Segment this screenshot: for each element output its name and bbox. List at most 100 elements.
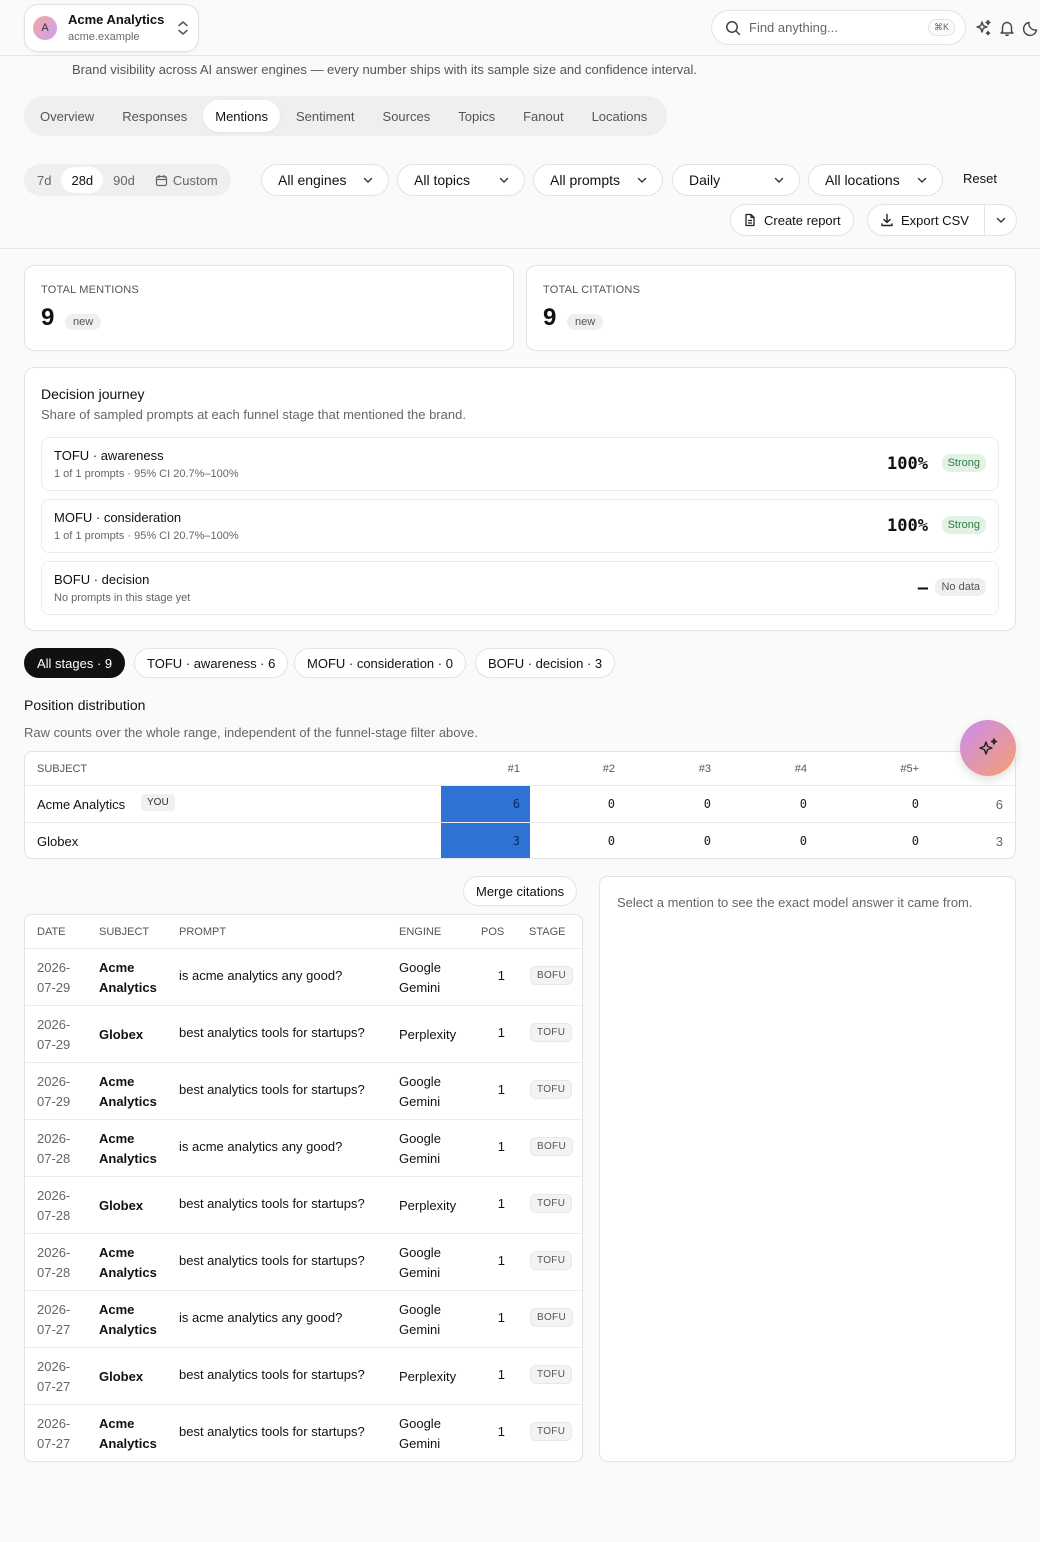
column-header: #3 — [698, 763, 711, 775]
page-subtitle: Brand visibility across AI answer engine… — [72, 62, 698, 77]
stage-badge: BOFU — [530, 1137, 573, 1156]
status-badge: Strong — [941, 516, 986, 534]
search-bar[interactable]: ⌘K — [711, 10, 966, 45]
merge-citations-button[interactable]: Merge citations — [463, 876, 578, 906]
mention-prompt: best analytics tools for startups? — [179, 1025, 365, 1040]
range-28d[interactable]: 28d — [61, 167, 104, 193]
tab-bar: Overview Responses Mentions Sentiment So… — [24, 96, 668, 136]
table-row[interactable]: 2026-07-27 Acme Analytics best analytics t… — [25, 1404, 582, 1461]
count-cell: 0 — [703, 834, 711, 848]
reset-filters-button[interactable]: Reset — [963, 171, 997, 186]
table-row[interactable]: 2026-07-28 Acme Analytics is acme analytic… — [25, 1119, 582, 1176]
total-cell: 3 — [995, 834, 1003, 849]
mention-prompt: is acme analytics any good? — [179, 1139, 343, 1154]
export-csv-button[interactable]: Export CSV — [867, 204, 1017, 236]
moon-icon[interactable] — [1022, 19, 1040, 37]
engine-filter[interactable]: All engines — [261, 164, 389, 196]
sparkles-icon[interactable] — [974, 19, 992, 37]
table-row[interactable]: 2026-07-28 Acme Analytics best analytics t… — [25, 1233, 582, 1290]
stage-chip-all[interactable]: All stages · 9 — [24, 648, 126, 678]
mention-subject: Acme Analytics — [99, 1245, 157, 1280]
mention-date: 2026-07-27 — [37, 1416, 71, 1451]
total-mentions-card: TOTAL MENTIONS 9 new — [24, 265, 514, 351]
column-header: #5+ — [900, 763, 919, 775]
stage-chip-bofu[interactable]: BOFU · decision · 3 — [475, 648, 616, 678]
engine-filter-value: All engines — [278, 172, 347, 188]
stage-chip-tofu[interactable]: TOFU · awareness · 6 — [134, 648, 289, 678]
stage-name: TOFU · awareness — [54, 448, 164, 463]
date-range-selector: 7d 28d 90d Custom — [24, 164, 231, 196]
mention-position: 1 — [497, 1025, 505, 1040]
search-icon — [726, 20, 741, 35]
mention-date: 2026-07-29 — [37, 1017, 71, 1052]
table-row[interactable]: 2026-07-27 Acme Analytics is acme analytic… — [25, 1290, 582, 1347]
stage-badge: BOFU — [530, 1308, 573, 1327]
download-icon — [881, 213, 893, 227]
tab-topics[interactable]: Topics — [446, 100, 507, 132]
stage-badge: TOFU — [530, 1365, 573, 1384]
workspace-switcher[interactable]: A Acme Analytics acme.example — [24, 4, 199, 52]
prompt-filter[interactable]: All prompts — [533, 164, 663, 196]
count-cell: 0 — [911, 834, 919, 848]
mention-engine: Google Gemini — [399, 1131, 441, 1166]
assistant-button[interactable] — [960, 720, 1016, 776]
mention-date: 2026-07-29 — [37, 960, 71, 995]
table-row[interactable]: 2026-07-29 Acme Analytics is acme analytic… — [25, 948, 582, 1005]
status-badge: new — [65, 314, 102, 330]
tab-locations[interactable]: Locations — [580, 100, 660, 132]
workspace-name: Acme Analytics — [68, 11, 165, 27]
document-icon — [745, 213, 755, 227]
range-custom[interactable]: Custom — [145, 167, 228, 193]
mention-position: 1 — [497, 1196, 505, 1211]
chevron-up-down-icon — [178, 21, 188, 35]
mention-position: 1 — [497, 1082, 505, 1097]
table-row[interactable]: 2026-07-29 Globex best analytics tools for… — [25, 1005, 582, 1062]
stage-chip-mofu[interactable]: MOFU · consideration · 0 — [294, 648, 466, 678]
table-row[interactable]: 2026-07-28 Globex best analytics tools for… — [25, 1176, 582, 1233]
tab-responses[interactable]: Responses — [110, 100, 199, 132]
mention-subject: Globex — [99, 1198, 144, 1213]
topic-filter[interactable]: All topics — [397, 164, 525, 196]
export-options-button[interactable] — [984, 205, 1016, 235]
mention-prompt: is acme analytics any good? — [179, 968, 343, 983]
search-input[interactable] — [749, 20, 928, 35]
mention-date: 2026-07-27 — [37, 1302, 71, 1337]
create-report-button[interactable]: Create report — [730, 204, 854, 236]
section-subtitle: Share of sampled prompts at each funnel … — [41, 407, 466, 422]
tab-overview[interactable]: Overview — [28, 100, 106, 132]
granularity-filter[interactable]: Daily — [672, 164, 800, 196]
stage-row-bofu: BOFU · decision No prompts in this stage… — [41, 561, 999, 615]
subject-name: Acme Analytics — [37, 797, 126, 812]
chevron-down-icon — [917, 177, 927, 183]
calendar-icon — [155, 174, 167, 186]
stat-label: TOTAL MENTIONS — [41, 284, 139, 296]
table-row[interactable]: 2026-07-27 Globex best analytics tools for… — [25, 1347, 582, 1404]
section-subtitle: Raw counts over the whole range, indepen… — [24, 725, 478, 740]
stage-badge: TOFU — [530, 1251, 573, 1270]
count-cell: 0 — [607, 834, 615, 848]
mention-engine: Google Gemini — [399, 1302, 441, 1337]
chevron-down-icon — [499, 177, 509, 183]
table-row[interactable]: 2026-07-29 Acme Analytics best analytics t… — [25, 1062, 582, 1119]
range-7d[interactable]: 7d — [27, 167, 61, 193]
bell-icon[interactable] — [998, 19, 1016, 37]
range-90d[interactable]: 90d — [103, 167, 145, 193]
granularity-filter-value: Daily — [689, 172, 721, 188]
stat-value: 9 — [41, 304, 55, 331]
mention-position: 1 — [497, 1310, 505, 1325]
column-header: #4 — [794, 763, 807, 775]
search-shortcut: ⌘K — [927, 19, 955, 36]
tab-sources[interactable]: Sources — [371, 100, 443, 132]
table-row[interactable]: Globex 3 0 0 0 0 3 — [25, 822, 1015, 858]
detail-placeholder: Select a mention to see the exact model … — [617, 895, 973, 910]
mention-subject: Globex — [99, 1027, 144, 1042]
tab-fanout[interactable]: Fanout — [511, 100, 575, 132]
stage-badge: TOFU — [530, 1422, 573, 1441]
stage-meta: 1 of 1 prompts · 95% CI 20.7%–100% — [54, 530, 239, 542]
tab-sentiment[interactable]: Sentiment — [284, 100, 367, 132]
tab-mentions[interactable]: Mentions — [203, 100, 280, 132]
table-row[interactable]: Acme Analytics YOU 6 0 0 0 0 6 — [25, 785, 1015, 822]
location-filter[interactable]: All locations — [808, 164, 943, 196]
you-badge: YOU — [141, 794, 175, 811]
stage-name: BOFU · decision — [54, 572, 150, 587]
